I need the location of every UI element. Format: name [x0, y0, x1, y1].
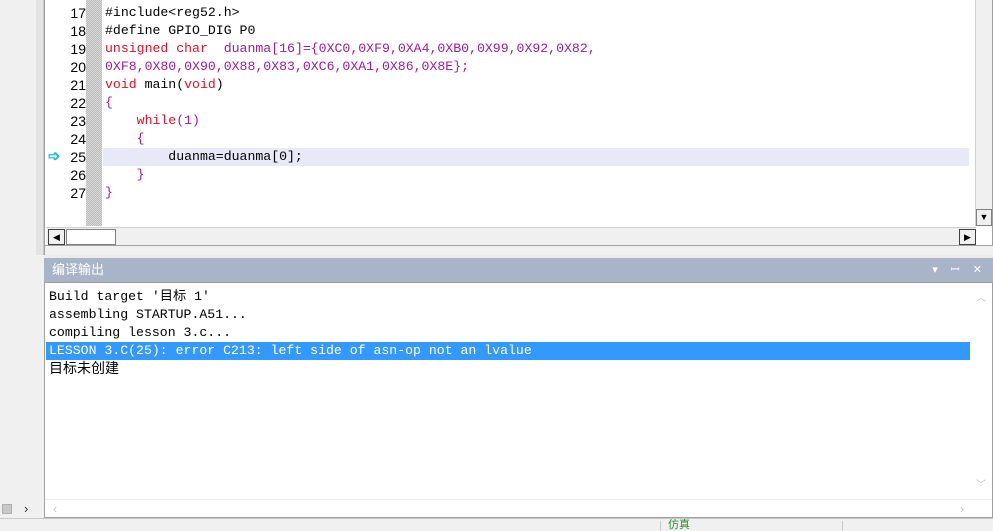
line-number: 18	[70, 23, 86, 39]
line-number: 22	[70, 95, 86, 111]
line-number: 17	[70, 5, 86, 21]
code-token: #include<reg52.h>	[105, 5, 240, 20]
code-line[interactable]: }	[103, 166, 969, 184]
status-separator	[660, 521, 661, 531]
line-number: 20	[70, 59, 86, 75]
code-text: while(1)	[103, 113, 200, 128]
breakpoint-margin[interactable]	[86, 0, 102, 226]
code-area[interactable]: #include<reg52.h> #define GPIO_DIG P0 unsi…	[103, 0, 969, 226]
output-line[interactable]: assembling STARTUP.A51...	[49, 306, 971, 324]
panel-expander[interactable]: ›	[0, 500, 44, 518]
code-text: }	[103, 185, 113, 200]
line-number: 21	[70, 77, 86, 93]
code-token: }	[105, 185, 113, 200]
chevron-right-icon[interactable]: ›	[24, 500, 28, 518]
code-token: unsigned char	[105, 41, 208, 56]
code-token: void	[184, 77, 216, 92]
output-vertical-scrollbar[interactable]: ︿ ﹀	[972, 283, 992, 517]
line-number: 27	[70, 185, 86, 201]
code-token: (1)	[176, 113, 200, 128]
code-line[interactable]: {	[103, 94, 969, 112]
status-mode-text: 仿真	[668, 519, 690, 531]
horizontal-scroll-thumb[interactable]	[66, 229, 116, 245]
status-bar: 仿真	[0, 518, 993, 531]
output-scroll-down-icon[interactable]: ﹀	[976, 476, 986, 491]
code-token: }	[105, 167, 145, 182]
output-horizontal-scrollbar[interactable]: ‹ ›	[45, 499, 992, 517]
scroll-left-arrow-icon[interactable]: ◀	[48, 229, 65, 245]
output-line[interactable]: 目标未创建	[49, 360, 971, 378]
editor-vertical-scrollbar[interactable]: ▼	[975, 0, 992, 226]
code-line[interactable]: while(1)	[103, 112, 969, 130]
left-panel-edge	[36, 0, 44, 255]
line-number: 19	[70, 41, 86, 57]
code-text: #define GPIO_DIG P0	[103, 23, 255, 38]
code-token: duanma[16]={0XC0,0XF9,0XA4,0XB0,0X99,0X9…	[207, 41, 596, 56]
code-line[interactable]: unsigned char duanma[16]={0XC0,0XF9,0XA4…	[103, 40, 969, 58]
code-token: {	[105, 95, 113, 110]
output-line[interactable]: Build target '目标 1'	[49, 288, 971, 306]
code-text: }	[103, 167, 145, 182]
code-token: duanma=duanma[0];	[105, 149, 303, 164]
code-text: void main(void)	[103, 77, 224, 92]
code-line[interactable]: #include<reg52.h>	[103, 4, 969, 22]
output-scroll-right-icon[interactable]: ›	[960, 500, 964, 518]
code-text: unsigned char duanma[16]={0XC0,0XF9,0XA4…	[103, 41, 596, 56]
editor-tab-strip	[45, 245, 993, 255]
scroll-down-arrow-icon[interactable]: ▼	[976, 209, 992, 226]
line-number: 26	[70, 167, 86, 183]
line-number: 23	[70, 113, 86, 129]
code-token: 0XF8,0X80,0X90,0X88,0X83,0XC6,0XA1,0X86,…	[105, 59, 470, 74]
code-text: {	[103, 131, 145, 146]
code-text: 0XF8,0X80,0X90,0X88,0X83,0XC6,0XA1,0X86,…	[103, 59, 469, 74]
error-message-line[interactable]: LESSON 3.C(25): error C213: left side of…	[46, 342, 970, 360]
status-separator	[842, 521, 843, 531]
code-token: #define GPIO_DIG P0	[105, 23, 256, 38]
code-line[interactable]: }	[103, 184, 969, 202]
current-code-line[interactable]: duanma=duanma[0];	[103, 148, 969, 166]
code-text: {	[103, 95, 113, 110]
code-token: while	[136, 113, 177, 128]
ide-window: 17 18 19 20 21 22 23 24 25 ➩ 26 27 #include<reg52.h…	[0, 0, 993, 531]
current-line-arrow-icon: ➩	[48, 148, 61, 165]
code-text: #include<reg52.h>	[103, 5, 240, 20]
code-text: duanma=duanma[0];	[103, 149, 303, 164]
code-editor[interactable]: 17 18 19 20 21 22 23 24 25 ➩ 26 27 #include<reg52.h…	[44, 0, 993, 255]
code-line[interactable]: #define GPIO_DIG P0	[103, 22, 969, 40]
left-panel-strip	[0, 0, 44, 531]
code-token: {	[105, 131, 145, 146]
scroll-right-arrow-icon[interactable]: ▶	[959, 229, 976, 245]
line-number: 24	[70, 131, 86, 147]
output-line[interactable]: compiling lesson 3.c...	[49, 324, 971, 342]
code-line[interactable]: void main(void)	[103, 76, 969, 94]
build-output-title: 编译输出	[52, 262, 105, 277]
code-line[interactable]: 0XF8,0X80,0X90,0X88,0X83,0XC6,0XA1,0X86,…	[103, 58, 969, 76]
panel-toggle-square[interactable]	[2, 504, 12, 514]
code-token: main(	[136, 77, 185, 92]
output-scroll-left-icon[interactable]: ‹	[53, 500, 57, 518]
pane-controls[interactable]: ▾ ꟷ ✕	[932, 258, 987, 282]
code-token: void	[105, 77, 137, 92]
line-number-gutter: 17 18 19 20 21 22 23 24 25 ➩ 26 27	[46, 0, 102, 226]
editor-horizontal-scrollbar[interactable]: ◀ ▶	[46, 227, 976, 245]
code-token: )	[215, 77, 224, 92]
build-output-pane[interactable]: Build target '目标 1' assembling STARTUP.A5…	[44, 282, 993, 518]
code-line[interactable]: {	[103, 130, 969, 148]
build-output-titlebar: 编译输出 ▾ ꟷ ✕	[44, 258, 993, 282]
output-scroll-up-icon[interactable]: ︿	[976, 289, 986, 304]
